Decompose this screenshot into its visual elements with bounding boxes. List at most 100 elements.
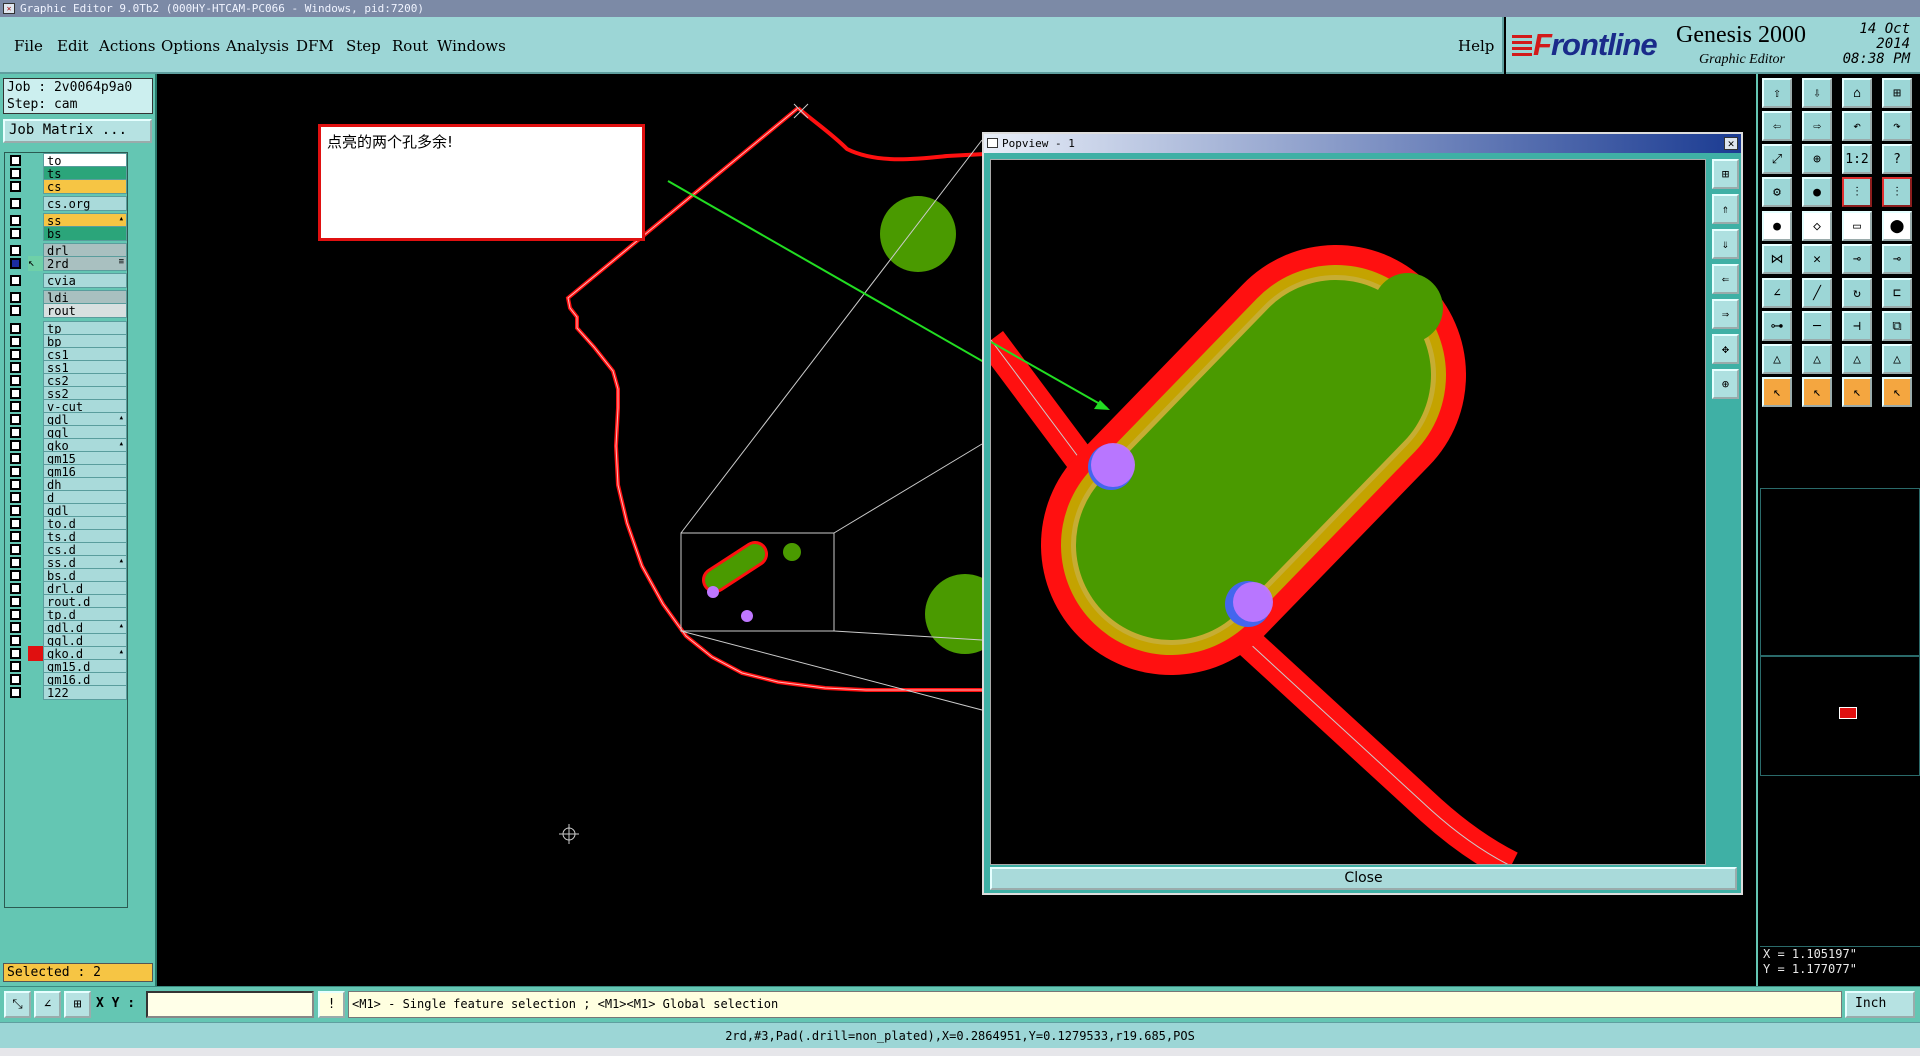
layer-checkbox[interactable]	[10, 414, 21, 425]
layer-checkbox[interactable]	[10, 544, 21, 555]
layer-checkbox[interactable]	[10, 375, 21, 386]
xy-input[interactable]	[146, 991, 314, 1018]
overview-map[interactable]	[1760, 488, 1920, 656]
menu-windows[interactable]: Windows	[437, 37, 506, 55]
node2-icon[interactable]: ⊸	[1882, 244, 1912, 274]
measure-icon[interactable]: ∠	[34, 991, 61, 1018]
layer-checkbox[interactable]	[10, 401, 21, 412]
scale-icon[interactable]: 1:2	[1842, 144, 1872, 174]
layer-checkbox[interactable]	[10, 215, 21, 226]
layer-checkbox[interactable]	[10, 275, 21, 286]
back-icon[interactable]: ⇦	[1762, 111, 1792, 141]
layer-checkbox[interactable]	[10, 168, 21, 179]
layer-checkbox[interactable]	[10, 557, 21, 568]
zoom-home-icon[interactable]: ⊞	[1712, 159, 1739, 189]
group-icon[interactable]: ⧉	[1882, 311, 1912, 341]
snap-icon[interactable]: ⤡	[4, 991, 31, 1018]
window-icon[interactable]: ⊞	[1882, 78, 1912, 108]
layer-checkbox[interactable]	[10, 336, 21, 347]
layer-row[interactable]: bs	[7, 226, 127, 241]
layer-color-swatch[interactable]	[28, 196, 43, 211]
text-icon[interactable]: ⊏	[1882, 278, 1912, 308]
select3-icon[interactable]: ↖	[1842, 377, 1872, 407]
layer-checkbox[interactable]	[10, 648, 21, 659]
overview-map-detail[interactable]	[1760, 656, 1920, 776]
layer-checkbox[interactable]	[10, 440, 21, 451]
layer-checkbox[interactable]	[10, 661, 21, 672]
rotate-icon[interactable]: ↻	[1842, 278, 1872, 308]
layer-checkbox[interactable]	[10, 198, 21, 209]
triangle4-icon[interactable]: △	[1882, 344, 1912, 374]
menu-analysis[interactable]: Analysis	[226, 37, 289, 55]
grid-icon[interactable]: ⊞	[64, 991, 91, 1018]
menu-file[interactable]: File	[14, 37, 43, 55]
layer-checkbox[interactable]	[10, 466, 21, 477]
menu-help[interactable]: Help	[1458, 37, 1494, 55]
layer-color-swatch[interactable]	[28, 685, 43, 700]
split-icon[interactable]: ─	[1802, 311, 1832, 341]
cross-icon[interactable]: ✕	[1802, 244, 1832, 274]
menu-step[interactable]: Step	[346, 37, 381, 55]
layer-checkbox[interactable]	[10, 305, 21, 316]
menu-rout[interactable]: Rout	[392, 37, 428, 55]
layer-checkbox[interactable]	[10, 622, 21, 633]
layer-checkbox[interactable]	[10, 609, 21, 620]
layer-checkbox[interactable]	[10, 245, 21, 256]
connect-icon[interactable]: ⊶	[1762, 311, 1792, 341]
job-matrix-button[interactable]: Job Matrix ...	[3, 119, 152, 143]
alert-icon[interactable]: !	[318, 991, 345, 1018]
zoom-in-icon[interactable]: ✥	[1712, 334, 1739, 364]
pad-add-icon[interactable]: ●	[1762, 211, 1792, 241]
layer-row[interactable]: cs.org	[7, 196, 127, 211]
select4-icon[interactable]: ↖	[1882, 377, 1912, 407]
layer-color-swatch[interactable]	[28, 303, 43, 318]
layer-checkbox[interactable]	[10, 292, 21, 303]
layer-checkbox[interactable]	[10, 492, 21, 503]
layer-name[interactable]: rout	[43, 303, 127, 318]
layer-name[interactable]: cs.org	[43, 196, 127, 211]
menu-edit[interactable]: Edit	[57, 37, 88, 55]
dot-icon[interactable]: ⬤	[1882, 211, 1912, 241]
menu-dfm[interactable]: DFM	[296, 37, 334, 55]
select-icon[interactable]: ↖	[1762, 377, 1792, 407]
layer-checkbox[interactable]	[10, 505, 21, 516]
layer-name[interactable]: cvia	[43, 273, 127, 288]
layer-checkbox[interactable]	[10, 596, 21, 607]
filter2-icon[interactable]: ⫶	[1882, 177, 1912, 207]
help-icon[interactable]: ?	[1882, 144, 1912, 174]
home-icon[interactable]: ⌂	[1842, 78, 1872, 108]
layer-row[interactable]: cs	[7, 179, 127, 194]
shape-icon[interactable]: ◇	[1802, 211, 1832, 241]
line-angle-icon[interactable]: ∠	[1762, 278, 1792, 308]
pan-down-icon[interactable]: ⇓	[1712, 229, 1739, 259]
forward-icon[interactable]: ⇨	[1802, 111, 1832, 141]
layer-checkbox[interactable]	[10, 583, 21, 594]
filter-icon[interactable]: ⫶	[1842, 177, 1872, 207]
layer-checkbox[interactable]	[10, 635, 21, 646]
layer-row[interactable]: cvia	[7, 273, 127, 288]
layer-row[interactable]: ↖ 2rd ≡	[7, 256, 127, 271]
layer-checkbox[interactable]	[10, 388, 21, 399]
wrench-icon[interactable]: ⚙	[1762, 177, 1792, 207]
pan-up-icon[interactable]: ⇑	[1712, 194, 1739, 224]
open-icon[interactable]: ⇧	[1762, 78, 1792, 108]
menu-actions[interactable]: Actions	[99, 37, 155, 55]
layer-checkbox[interactable]	[10, 687, 21, 698]
layer-name[interactable]: 2rd	[43, 256, 127, 271]
pan-right-icon[interactable]: ⇒	[1712, 299, 1739, 329]
popview-canvas[interactable]	[990, 159, 1706, 865]
redo-icon[interactable]: ↷	[1882, 111, 1912, 141]
layer-checkbox[interactable]	[10, 531, 21, 542]
close-icon[interactable]: ✕	[1724, 137, 1738, 150]
popview-titlebar[interactable]: Popview - 1 ✕	[984, 134, 1741, 153]
net-icon[interactable]: ⋈	[1762, 244, 1792, 274]
center-icon[interactable]: ⊕	[1802, 144, 1832, 174]
layer-checkbox[interactable]	[10, 181, 21, 192]
layer-name[interactable]: bs	[43, 226, 127, 241]
layer-row[interactable]: rout	[7, 303, 127, 318]
layer-color-swatch[interactable]	[28, 179, 43, 194]
measure-icon[interactable]: ⊣	[1842, 311, 1872, 341]
triangle2-icon[interactable]: △	[1802, 344, 1832, 374]
layer-checkbox[interactable]	[10, 570, 21, 581]
select2-icon[interactable]: ↖	[1802, 377, 1832, 407]
